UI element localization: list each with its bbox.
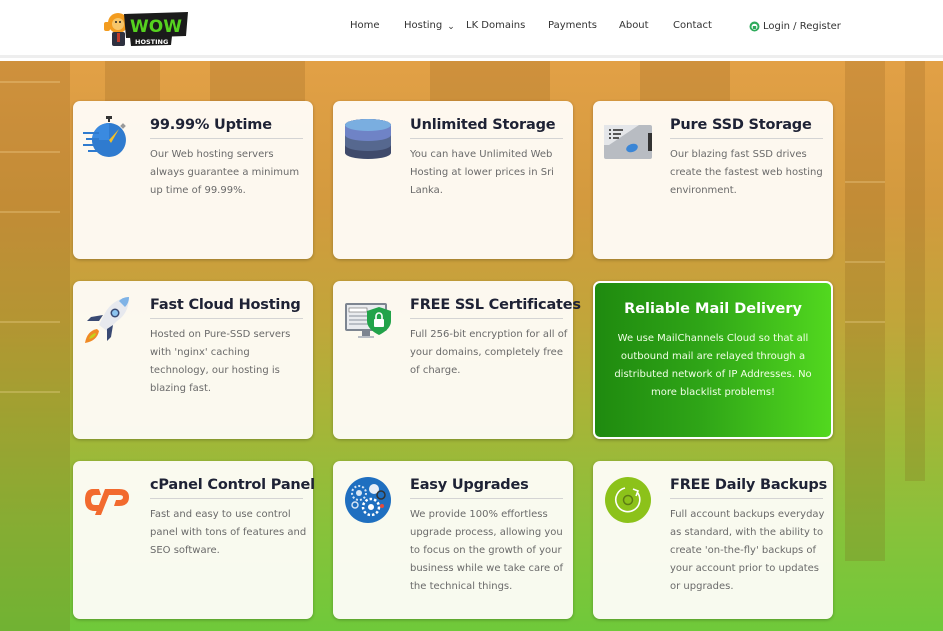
feature-card-reliable-mail-delivery: Reliable Mail Delivery We use MailChanne… xyxy=(593,281,833,439)
rack-line xyxy=(0,151,60,153)
feature-title: FREE Daily Backups xyxy=(670,477,827,499)
feature-description: We use MailChannels Cloud so that all ou… xyxy=(614,333,812,398)
nav-lk-domains[interactable]: LK Domains xyxy=(466,20,525,31)
feature-description: Full account backups everyday as standar… xyxy=(670,509,825,592)
nav-hosting-label: Hosting xyxy=(404,20,443,31)
feature-title: 99.99% Uptime xyxy=(150,117,303,139)
feature-description: Our blazing fast SSD drives create the f… xyxy=(670,149,823,196)
server-rack-bg xyxy=(105,61,160,101)
nav-home[interactable]: Home xyxy=(350,20,380,31)
database-icon xyxy=(343,115,393,165)
server-rack-bg xyxy=(430,61,550,101)
rack-line xyxy=(845,261,885,263)
ssl-shield-icon xyxy=(343,295,393,345)
nav-contact[interactable]: Contact xyxy=(673,20,712,31)
login-register-link[interactable]: Login / Register xyxy=(749,21,841,32)
backup-icon xyxy=(603,475,653,525)
feature-title: Easy Upgrades xyxy=(410,477,563,499)
rocket-icon xyxy=(83,295,133,345)
feature-description: You can have Unlimited Web Hosting at lo… xyxy=(410,149,554,196)
site-header: WOW HOSTING Home Hosting ⌄ LK Domains Pay… xyxy=(0,0,943,58)
feature-card-ssd-storage: Pure SSD Storage Our blazing fast SSD dr… xyxy=(593,101,833,259)
cpanel-icon xyxy=(83,475,133,525)
login-register-label: Login / Register xyxy=(763,21,841,32)
nav-about[interactable]: About xyxy=(619,20,649,31)
stopwatch-icon xyxy=(83,115,133,165)
rack-line xyxy=(0,211,60,213)
logo[interactable]: WOW HOSTING xyxy=(100,8,192,50)
feature-title: Unlimited Storage xyxy=(410,117,563,139)
feature-card-easy-upgrades: Easy Upgrades We provide 100% effortless… xyxy=(333,461,573,619)
feature-title: Pure SSD Storage xyxy=(670,117,823,139)
feature-card-fast-cloud-hosting: Fast Cloud Hosting Hosted on Pure-SSD se… xyxy=(73,281,313,439)
gears-icon xyxy=(343,475,393,525)
rack-line xyxy=(845,321,885,323)
chevron-down-icon: ⌄ xyxy=(447,22,455,32)
server-rack-bg xyxy=(905,61,925,481)
feature-card-ssl-certificates: FREE SSL Certificates Full 256-bit encry… xyxy=(333,281,581,439)
feature-description: Full 256-bit encryption for all of your … xyxy=(410,329,568,376)
feature-description: Hosted on Pure-SSD servers with 'nginx' … xyxy=(150,329,291,394)
feature-description: Fast and easy to use control panel with … xyxy=(150,509,307,556)
rack-line xyxy=(0,321,60,323)
user-lock-icon xyxy=(749,21,760,32)
feature-description: Our Web hosting servers always guarantee… xyxy=(150,149,300,196)
nav-hosting[interactable]: Hosting ⌄ xyxy=(404,20,455,32)
nav-payments[interactable]: Payments xyxy=(548,20,597,31)
ssd-drive-icon xyxy=(603,115,653,165)
rack-line xyxy=(0,81,60,83)
feature-description: We provide 100% effortless upgrade proce… xyxy=(410,509,563,592)
feature-title: Reliable Mail Delivery xyxy=(624,301,802,317)
svg-text:HOSTING: HOSTING xyxy=(135,38,168,46)
feature-title: Fast Cloud Hosting xyxy=(150,297,303,319)
feature-card-daily-backups: FREE Daily Backups Full account backups … xyxy=(593,461,833,619)
feature-title: cPanel Control Panel xyxy=(150,477,315,499)
feature-card-cpanel: cPanel Control Panel Fast and easy to us… xyxy=(73,461,315,619)
feature-card-unlimited-storage: Unlimited Storage You can have Unlimited… xyxy=(333,101,573,259)
svg-text:WOW: WOW xyxy=(130,17,182,37)
server-rack-bg xyxy=(640,61,730,101)
server-rack-bg xyxy=(0,61,70,631)
rack-line xyxy=(0,391,60,393)
rack-line xyxy=(845,181,885,183)
server-rack-bg xyxy=(845,61,885,561)
lion-mascot-logo-icon: WOW HOSTING xyxy=(104,12,188,46)
server-rack-bg xyxy=(210,61,305,101)
feature-card-uptime: 99.99% Uptime Our Web hosting servers al… xyxy=(73,101,313,259)
feature-title: FREE SSL Certificates xyxy=(410,297,581,319)
